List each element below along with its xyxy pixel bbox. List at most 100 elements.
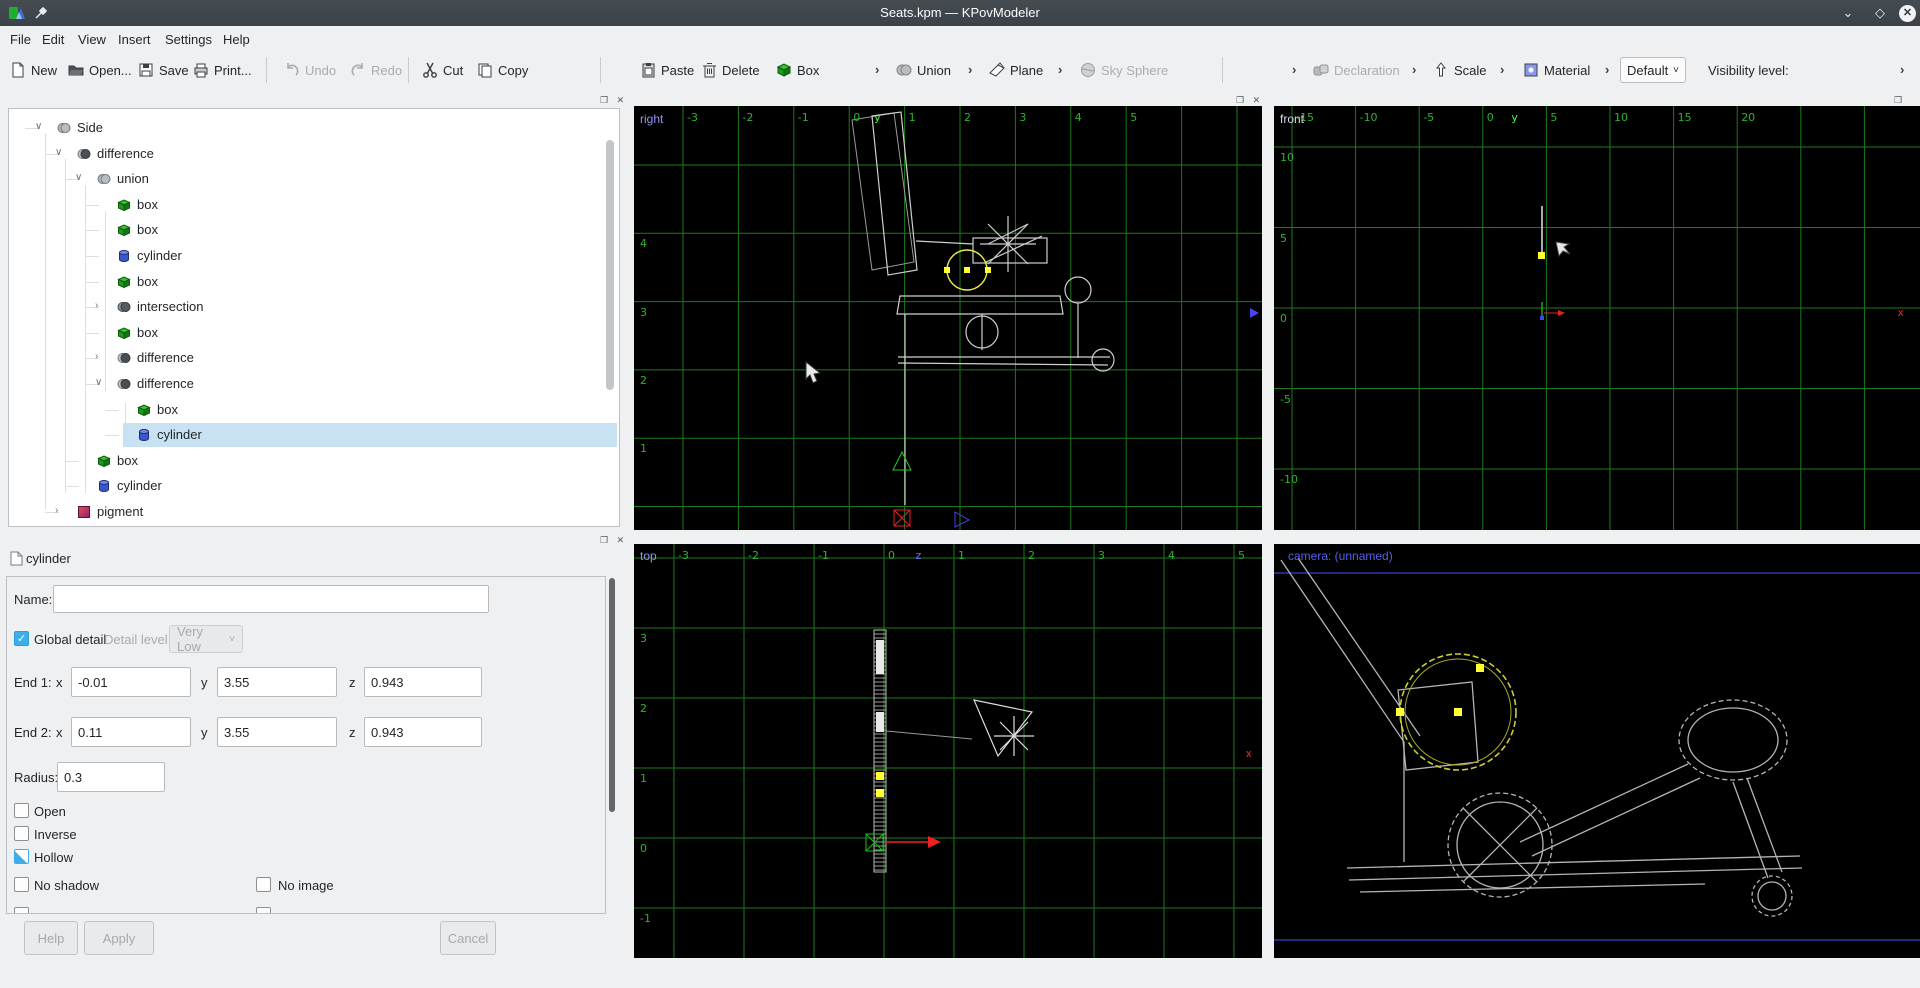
tree-dock-controls[interactable]: ❐ ✕ <box>600 95 627 106</box>
menu-file[interactable]: File <box>10 32 31 47</box>
main-splitter[interactable] <box>626 86 634 988</box>
global-detail-label: Global detail <box>34 632 106 647</box>
insert-chevron-icon[interactable]: › <box>1292 62 1296 77</box>
tree-item-cylinder[interactable]: cylinder <box>137 248 182 263</box>
save-button[interactable]: Save <box>138 58 189 82</box>
skysphere-button[interactable]: Sky Sphere <box>1080 58 1168 82</box>
tree-item-box[interactable]: box <box>157 402 178 417</box>
scale-button[interactable]: Scale <box>1433 58 1487 82</box>
undo-button[interactable]: Undo <box>284 58 336 82</box>
ruler-label: -2 <box>748 549 759 562</box>
global-detail-checkbox[interactable] <box>14 631 29 646</box>
new-button[interactable]: New <box>10 58 57 82</box>
union-button[interactable]: Union <box>896 58 951 82</box>
tree-item-box[interactable]: box <box>117 453 138 468</box>
tree-item-box[interactable]: box <box>137 325 158 340</box>
box-icon <box>117 275 131 289</box>
cancel-button[interactable]: Cancel <box>440 921 496 955</box>
help-button[interactable]: Help <box>24 921 78 955</box>
maximize-button[interactable]: ◇ <box>1870 4 1890 22</box>
tree-item-Side[interactable]: Side <box>77 120 103 135</box>
tree-item-intersection[interactable]: intersection <box>137 299 203 314</box>
hollow-checkbox[interactable] <box>14 849 29 864</box>
cut-button[interactable]: Cut <box>422 58 463 82</box>
tree-item-box[interactable]: box <box>137 274 158 289</box>
delete-button[interactable]: Delete <box>701 58 760 82</box>
minimize-button[interactable]: ⌄ <box>1838 4 1858 22</box>
close-button[interactable]: ✕ <box>1899 5 1916 22</box>
ruler-label: 0 <box>640 842 647 855</box>
print-button[interactable]: Print... <box>193 58 252 82</box>
expander-closed-icon[interactable]: › <box>55 505 58 516</box>
clipped-checkbox[interactable] <box>14 907 29 914</box>
menu-help[interactable]: Help <box>223 32 250 47</box>
tree-item-cylinder[interactable]: cylinder <box>117 478 162 493</box>
new-icon <box>10 62 26 78</box>
declaration-icon <box>1313 62 1329 78</box>
insert-chevron-icon[interactable]: › <box>1412 62 1416 77</box>
tree-branch-guide <box>65 461 79 462</box>
copy-button[interactable]: Copy <box>477 58 528 82</box>
menu-edit[interactable]: Edit <box>42 32 64 47</box>
no-image-checkbox[interactable] <box>256 877 271 892</box>
selection-handle <box>876 789 884 797</box>
kpovmodeler-window: Seats.kpm — KPovModeler ⌄ ◇ ✕ FileEditVi… <box>0 0 1920 988</box>
tree-item-difference[interactable]: difference <box>97 146 154 161</box>
insert-chevron-icon[interactable]: › <box>1058 62 1062 77</box>
open-button[interactable]: Open... <box>68 58 132 82</box>
expander-open-icon[interactable]: ∨ <box>95 377 102 388</box>
plane-button[interactable]: Plane <box>989 58 1043 82</box>
insert-chevron-icon[interactable]: › <box>1500 62 1504 77</box>
end1-x-input[interactable] <box>71 667 191 697</box>
expander-open-icon[interactable]: ∨ <box>75 172 82 183</box>
toolbar-extension-chevron[interactable]: › <box>1900 62 1904 77</box>
detail-level-dropdown[interactable]: Very Low˅ <box>169 625 243 653</box>
ruler-label: 5 <box>1130 111 1137 124</box>
menu-settings[interactable]: Settings <box>165 32 212 47</box>
viewport-h-splitter[interactable] <box>634 530 1920 544</box>
end1-label: End 1: <box>14 675 52 690</box>
expander-open-icon[interactable]: ∨ <box>35 121 42 132</box>
expander-closed-icon[interactable]: › <box>95 300 98 311</box>
apply-button[interactable]: Apply <box>84 921 154 955</box>
expander-open-icon[interactable]: ∨ <box>55 147 62 158</box>
inverse-checkbox[interactable] <box>14 826 29 841</box>
tree-item-box[interactable]: box <box>137 222 158 237</box>
tree-item-cylinder[interactable]: cylinder <box>157 427 202 442</box>
expander-closed-icon[interactable]: › <box>95 351 98 362</box>
declaration-button[interactable]: Declaration <box>1313 58 1400 82</box>
no-shadow-checkbox[interactable] <box>14 877 29 892</box>
radius-input[interactable] <box>57 762 165 792</box>
menu-insert[interactable]: Insert <box>118 32 151 47</box>
ruler-label: 10 <box>1614 111 1628 124</box>
paste-button[interactable]: Paste <box>640 58 694 82</box>
tree-item-difference[interactable]: difference <box>137 376 194 391</box>
insert-chevron-icon[interactable]: › <box>1605 62 1609 77</box>
end1-y-input[interactable] <box>217 667 337 697</box>
axis-label-y: y <box>874 111 881 124</box>
default-visibility-dropdown[interactable]: Default˅ <box>1620 57 1686 83</box>
tree-item-difference[interactable]: difference <box>137 350 194 365</box>
properties-scrollbar[interactable] <box>609 578 615 812</box>
properties-dock-controls[interactable]: ❐ ✕ <box>600 535 627 546</box>
clipped-checkbox[interactable] <box>256 907 271 914</box>
name-input[interactable] <box>53 585 489 613</box>
object-tree-scrollbar[interactable] <box>606 140 614 390</box>
end2-x-input[interactable] <box>71 717 191 747</box>
right-view-dock-controls[interactable]: ❐ ✕ <box>1236 95 1263 106</box>
object-tree[interactable]: ∨ Side ∨ difference ∨ union box box cylinder box ›… <box>8 108 620 527</box>
insert-chevron-icon[interactable]: › <box>968 62 972 77</box>
end2-y-input[interactable] <box>217 717 337 747</box>
toolbar-separator <box>600 57 601 83</box>
end2-z-input[interactable] <box>364 717 482 747</box>
redo-button[interactable]: Redo <box>350 58 402 82</box>
menu-view[interactable]: View <box>78 32 106 47</box>
tree-item-union[interactable]: union <box>117 171 149 186</box>
material-button[interactable]: Material <box>1523 58 1590 82</box>
insert-chevron-icon[interactable]: › <box>875 62 879 77</box>
box-button[interactable]: Box <box>776 58 819 82</box>
end1-z-input[interactable] <box>364 667 482 697</box>
tree-item-pigment[interactable]: pigment <box>97 504 143 519</box>
tree-item-box[interactable]: box <box>137 197 158 212</box>
open-checkbox[interactable] <box>14 803 29 818</box>
